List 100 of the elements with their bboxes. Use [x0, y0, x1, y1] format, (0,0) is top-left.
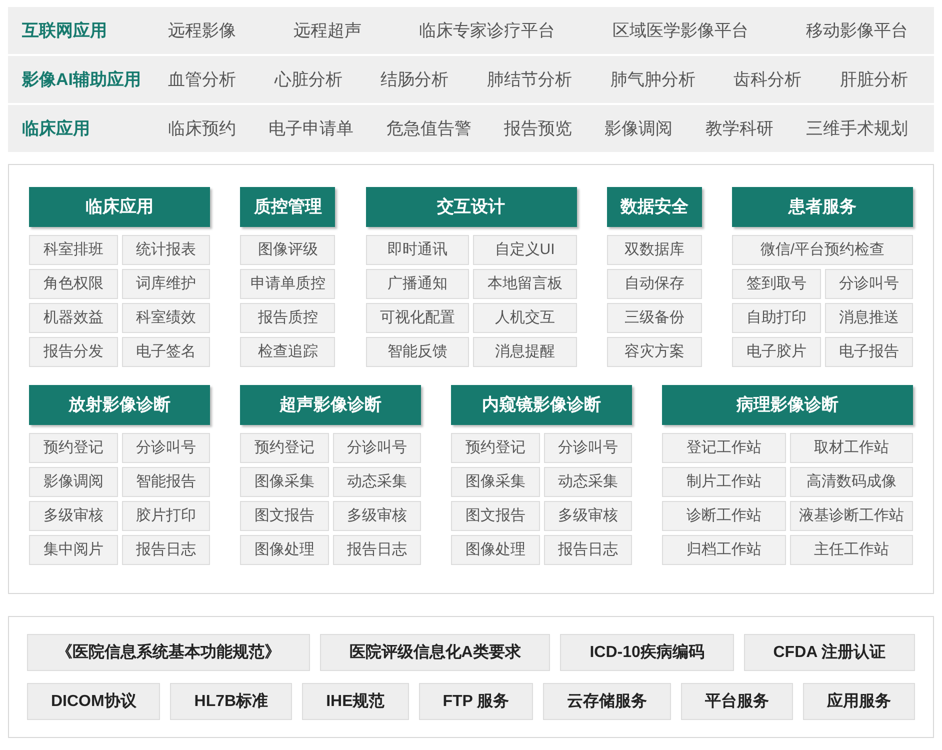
category-item[interactable]: 心脏分析: [274, 66, 342, 92]
module-item: 图像采集: [451, 467, 540, 497]
category-label: 互联网应用: [22, 20, 108, 42]
module-item: 多级审核: [332, 501, 421, 531]
category-item[interactable]: 危急值告警: [386, 116, 472, 142]
category-item[interactable]: 影像调阅: [604, 116, 673, 142]
module-item: 预约登记: [240, 433, 328, 463]
category-item[interactable]: 教学科研: [705, 116, 774, 142]
standard-tag: DICOM协议: [27, 683, 160, 720]
category-item[interactable]: 区域医学影像平台: [612, 18, 748, 44]
module-header: 质控管理: [240, 187, 336, 227]
category-item[interactable]: 临床专家诊疗平台: [419, 18, 555, 44]
module-item: 集中阅片: [29, 535, 118, 565]
category-item[interactable]: 结肠分析: [380, 66, 449, 92]
category-item[interactable]: 三维手术规划: [806, 116, 908, 142]
module-item: 图像处理: [451, 535, 540, 565]
module-item: 签到取号: [732, 269, 820, 299]
module-item: 三级备份: [606, 303, 702, 333]
module-item: 检查追踪: [240, 337, 336, 367]
category-label: 临床应用: [22, 118, 91, 140]
category-item[interactable]: 临床预约: [168, 116, 236, 142]
module-item: 分诊叫号: [122, 433, 210, 463]
module-item: 分诊叫号: [332, 433, 421, 463]
module-item: 科室绩效: [122, 303, 210, 333]
module-item: 报告日志: [332, 535, 421, 565]
module-item: 图文报告: [240, 501, 328, 531]
standard-tag: FTP 服务: [418, 683, 534, 720]
module-item: 智能报告: [122, 467, 210, 497]
module-item: 多级审核: [29, 501, 118, 531]
module-item: 电子胶片: [732, 337, 820, 367]
standard-tag: CFDA 注册认证: [744, 634, 915, 671]
module-item: 自助打印: [732, 303, 820, 333]
standard-tag: HL7B标准: [170, 683, 292, 720]
module-item: 电子报告: [824, 337, 913, 367]
module-header: 交互设计: [366, 187, 576, 227]
module-item: 诊断工作站: [662, 501, 786, 531]
category-item[interactable]: 远程影像: [168, 18, 236, 44]
module-item: 分诊叫号: [824, 269, 913, 299]
standard-tag: IHE规范: [302, 683, 409, 720]
standard-tag: ICD-10疾病编码: [560, 634, 734, 671]
module-header: 超声影像诊断: [240, 385, 421, 425]
module-item: 动态采集: [544, 467, 632, 497]
module-header: 患者服务: [732, 187, 913, 227]
module-item: 登记工作站: [662, 433, 786, 463]
module-item: 影像调阅: [29, 467, 118, 497]
module-item: 自定义UI: [473, 235, 576, 265]
category-item[interactable]: 肺气肿分析: [610, 66, 696, 92]
category-item[interactable]: 齿科分析: [734, 66, 802, 92]
module-item: 申请单质控: [240, 269, 336, 299]
module-item: 归档工作站: [662, 535, 786, 565]
module-item: 主任工作站: [790, 535, 913, 565]
module-item: 高清数码成像: [790, 467, 913, 497]
module-header: 放射影像诊断: [29, 385, 210, 425]
module-item: 广播通知: [366, 269, 469, 299]
category-item[interactable]: 电子申请单: [268, 116, 354, 142]
module-item: 科室排班: [29, 235, 118, 265]
module-item: 微信/平台预约检查: [732, 235, 913, 265]
module-item: 消息推送: [824, 303, 913, 333]
module-item: 智能反馈: [366, 337, 469, 367]
module-item: 人机交互: [473, 303, 576, 333]
module-item: 胶片打印: [122, 501, 210, 531]
module-item: 图像评级: [240, 235, 336, 265]
module-item: 预约登记: [29, 433, 118, 463]
module-header: 病理影像诊断: [662, 385, 913, 425]
module-item: 电子签名: [122, 337, 210, 367]
category-item[interactable]: 远程超声: [294, 18, 362, 44]
module-item: 取材工作站: [790, 433, 913, 463]
module-header: 内窥镜影像诊断: [451, 385, 632, 425]
category-item[interactable]: 报告预览: [504, 116, 572, 142]
module-item: 角色权限: [29, 269, 118, 299]
category-label: 影像AI辅助应用: [22, 68, 142, 91]
module-item: 多级审核: [544, 501, 632, 531]
category-item[interactable]: 肺结节分析: [486, 66, 572, 92]
module-item: 图文报告: [451, 501, 540, 531]
standard-tag: 应用服务: [803, 683, 916, 720]
module-header: 数据安全: [606, 187, 702, 227]
module-item: 液基诊断工作站: [790, 501, 913, 531]
category-item[interactable]: 移动影像平台: [806, 18, 908, 44]
module-item: 机器效益: [29, 303, 118, 333]
module-item: 预约登记: [451, 433, 540, 463]
standard-tag: 平台服务: [681, 683, 794, 720]
module-item: 消息提醒: [473, 337, 576, 367]
module-item: 图像采集: [240, 467, 328, 497]
module-item: 动态采集: [332, 467, 421, 497]
module-item: 制片工作站: [662, 467, 786, 497]
module-header: 临床应用: [29, 187, 210, 227]
module-item: 报告质控: [240, 303, 336, 333]
module-item: 自动保存: [606, 269, 702, 299]
standard-tag: 医院评级信息化A类要求: [320, 634, 550, 671]
standard-tag: 云存储服务: [543, 683, 672, 720]
module-item: 可视化配置: [366, 303, 469, 333]
category-item[interactable]: 血管分析: [168, 66, 236, 92]
module-item: 即时通讯: [366, 235, 469, 265]
module-item: 报告分发: [29, 337, 118, 367]
module-item: 统计报表: [122, 235, 210, 265]
module-item: 报告日志: [122, 535, 210, 565]
category-item[interactable]: 肝脏分析: [840, 66, 908, 92]
module-item: 图像处理: [240, 535, 328, 565]
module-item: 报告日志: [544, 535, 632, 565]
module-item: 双数据库: [606, 235, 702, 265]
